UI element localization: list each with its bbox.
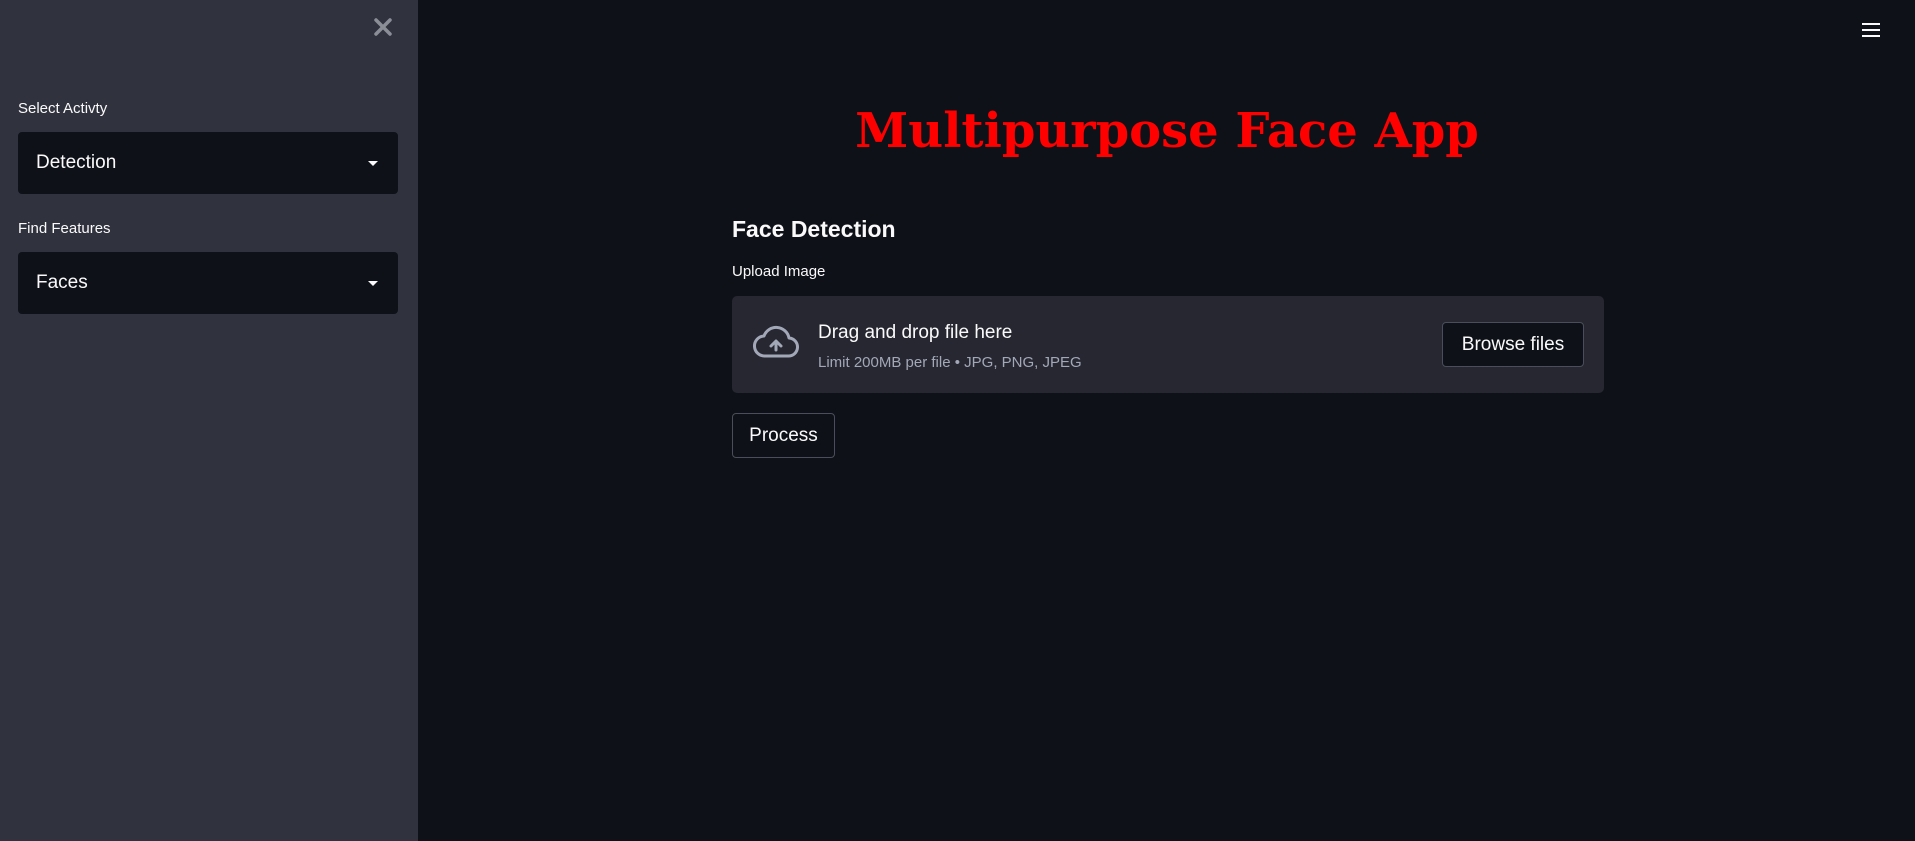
cloud-upload-icon xyxy=(753,325,799,358)
activity-select-label: Select Activty xyxy=(18,100,108,117)
menu-line xyxy=(1862,23,1880,25)
app-root: Select Activty Detection Find Features F… xyxy=(0,0,1915,841)
chevron-down-icon xyxy=(368,280,378,286)
hamburger-menu-button[interactable] xyxy=(1862,19,1882,41)
page-title: Multipurpose Face App xyxy=(855,103,1479,159)
chevron-down-icon xyxy=(368,160,378,166)
close-icon xyxy=(374,18,392,36)
features-select[interactable]: Faces xyxy=(18,252,398,314)
close-sidebar-button[interactable] xyxy=(370,14,396,40)
sidebar: Select Activty Detection Find Features F… xyxy=(0,0,418,841)
browse-files-button[interactable]: Browse files xyxy=(1442,322,1584,367)
upload-label: Upload Image xyxy=(732,263,826,280)
features-select-label: Find Features xyxy=(18,220,111,237)
dropzone-prompt: Drag and drop file here xyxy=(818,322,1013,343)
section-title: Face Detection xyxy=(732,216,896,242)
features-select-value: Faces xyxy=(36,272,88,293)
menu-line xyxy=(1862,35,1880,37)
dropzone-limits: Limit 200MB per file • JPG, PNG, JPEG xyxy=(818,354,1082,371)
activity-select[interactable]: Detection xyxy=(18,132,398,194)
menu-line xyxy=(1862,29,1880,31)
activity-select-value: Detection xyxy=(36,152,117,173)
file-dropzone[interactable]: Drag and drop file here Limit 200MB per … xyxy=(732,296,1604,393)
process-button[interactable]: Process xyxy=(732,413,835,458)
